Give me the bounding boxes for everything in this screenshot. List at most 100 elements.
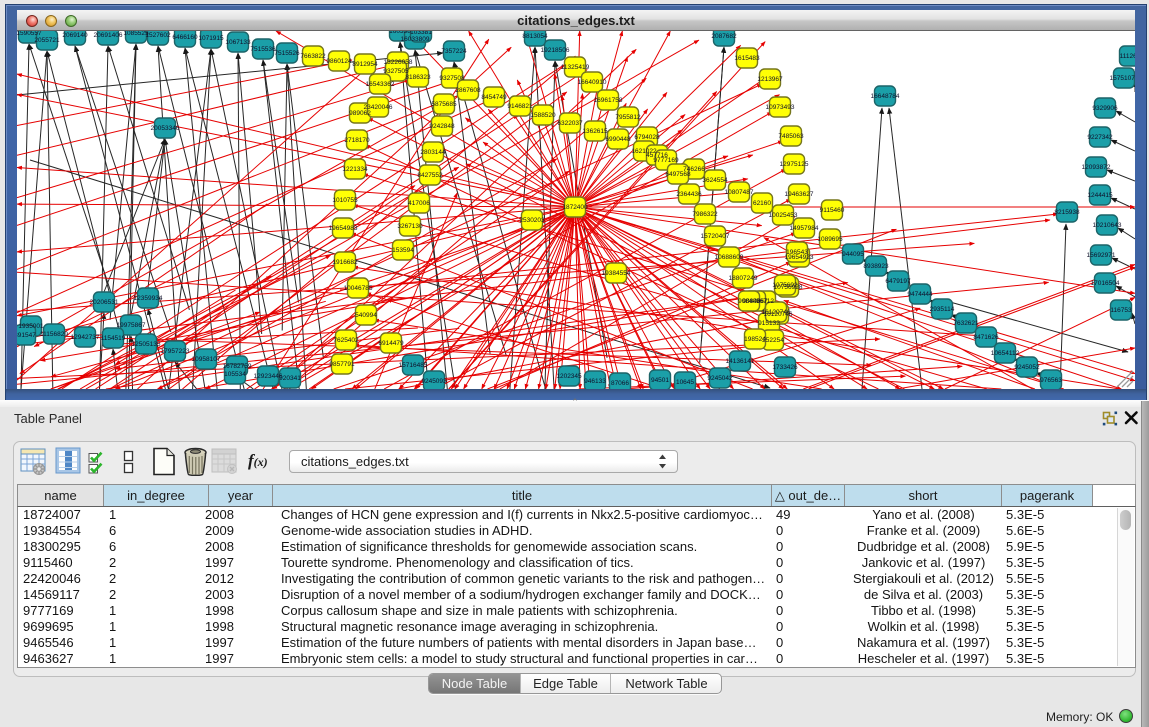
svg-text:62160: 62160 [753,200,771,207]
svg-text:17016504: 17016504 [1091,280,1120,287]
svg-text:11325419: 11325419 [561,64,590,71]
svg-text:9245052: 9245052 [1014,364,1040,371]
svg-text:1154519: 1154519 [101,335,126,342]
svg-text:9245093: 9245093 [421,378,447,385]
svg-text:9146821: 9146821 [507,103,533,110]
svg-text:16648784: 16648784 [871,93,900,100]
svg-text:19463627: 19463627 [785,191,814,198]
svg-text:12942737: 12942737 [71,334,100,341]
svg-text:391547: 391547 [17,332,36,339]
svg-text:116753: 116753 [1110,307,1132,314]
svg-text:9857791: 9857791 [329,361,355,368]
svg-text:1071915: 1071915 [198,35,224,42]
svg-text:6479197: 6479197 [885,278,911,285]
svg-text:3624554: 3624554 [702,177,728,184]
svg-text:16033809: 16033809 [401,36,430,43]
svg-text:2803144: 2803144 [420,149,446,156]
svg-text:2867608: 2867608 [455,87,481,94]
svg-text:13226058: 13226058 [384,59,413,66]
svg-text:1935001: 1935001 [18,323,44,330]
svg-text:8427552: 8427552 [417,172,443,179]
svg-text:1588520: 1588520 [530,112,556,119]
svg-text:2935114: 2935114 [930,306,955,313]
svg-text:944095: 944095 [842,251,864,258]
svg-text:6322037: 6322037 [557,120,583,127]
svg-text:10807487: 10807487 [725,189,754,196]
svg-text:103381: 103381 [410,31,432,36]
svg-text:1733426: 1733426 [772,364,798,371]
svg-text:7632621: 7632621 [953,320,979,327]
svg-text:196543: 196543 [786,249,808,256]
svg-text:989062: 989062 [349,110,371,117]
svg-text:540994: 540994 [355,312,377,319]
svg-text:7955812: 7955812 [615,114,641,121]
svg-text:16782759: 16782759 [223,363,252,370]
svg-text:9777169: 9777169 [653,157,679,164]
svg-text:14957984: 14957984 [790,225,819,232]
svg-text:10973493: 10973493 [766,104,795,111]
svg-text:16961758: 16961758 [594,97,623,104]
svg-text:198524: 198524 [744,336,766,343]
svg-text:8912954: 8912954 [352,61,378,68]
svg-text:9242848: 9242848 [429,123,455,130]
svg-text:10025453: 10025453 [769,212,798,219]
svg-text:7357224: 7357224 [441,48,467,55]
svg-text:10645: 10645 [676,379,694,386]
svg-text:7485063: 7485063 [778,133,804,140]
svg-text:1362615: 1362615 [582,128,608,135]
svg-text:10210643: 10210643 [1093,222,1122,229]
svg-text:1615483: 1615483 [734,55,760,62]
svg-text:2530203: 2530203 [519,217,545,224]
svg-text:6990448: 6990448 [605,136,631,143]
svg-text:908406: 908406 [738,298,760,305]
svg-text:1221334: 1221334 [342,166,368,173]
svg-text:2069140: 2069140 [62,32,88,39]
svg-text:15751074: 15751074 [1110,75,1135,82]
svg-text:16640910: 16640910 [578,79,607,86]
svg-text:1075692: 1075692 [772,282,798,289]
svg-text:20206531: 20206531 [90,299,119,306]
svg-text:14136141: 14136141 [726,358,755,365]
svg-text:2055721: 2055721 [34,37,60,44]
svg-text:160338: 160338 [389,31,411,35]
svg-text:15716485: 15716485 [399,362,428,369]
svg-text:1089695: 1089695 [817,236,843,243]
svg-text:6794028: 6794028 [634,134,660,141]
svg-text:946133: 946133 [584,378,606,385]
svg-text:94501: 94501 [651,377,669,384]
svg-text:7663822: 7663822 [300,53,326,60]
svg-text:5875685: 5875685 [431,101,457,108]
svg-text:7625402: 7625402 [333,337,359,344]
svg-text:15692971: 15692971 [1087,252,1116,259]
svg-text:8471626: 8471626 [973,334,999,341]
svg-text:16543362: 16543362 [366,81,395,88]
svg-text:17957223: 17957223 [161,348,190,355]
svg-text:2087682: 2087682 [711,33,737,40]
svg-text:9245042: 9245042 [707,375,733,382]
svg-text:9860124: 9860124 [326,58,352,65]
svg-text:10654112: 10654112 [991,350,1020,357]
svg-text:9474444: 9474444 [907,291,933,298]
svg-text:2364436: 2364436 [676,191,702,198]
svg-text:7515526: 7515526 [274,50,300,57]
svg-text:12975125: 12975125 [780,161,809,168]
svg-text:7986322: 7986322 [692,211,718,218]
svg-text:23420046: 23420046 [364,104,393,111]
svg-text:6497568: 6497568 [665,171,691,178]
svg-text:9115460: 9115460 [820,207,845,214]
svg-text:19654983: 19654983 [329,225,358,232]
svg-text:1916682: 1916682 [332,259,358,266]
svg-text:87066: 87066 [611,380,629,387]
svg-text:6914479: 6914479 [378,340,404,347]
svg-text:8938923: 8938923 [863,263,889,270]
svg-text:920341: 920341 [279,375,301,382]
svg-text:12505135: 12505135 [132,341,161,348]
svg-text:16120746: 16120746 [762,309,791,316]
svg-text:2718170: 2718170 [344,137,370,144]
svg-text:8215938: 8215938 [1054,209,1080,216]
svg-text:1244415: 1244415 [1087,192,1113,199]
svg-text:9327508: 9327508 [439,75,465,82]
svg-text:1010755: 1010755 [332,197,358,204]
svg-text:19975867: 19975867 [117,322,146,329]
svg-text:12093872: 12093872 [1082,164,1111,171]
